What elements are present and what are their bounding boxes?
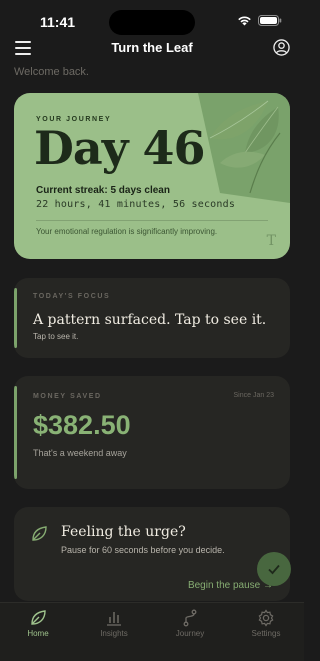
focus-eyebrow: TODAY'S FOCUS — [33, 293, 111, 300]
bar-chart-icon — [107, 612, 121, 626]
tab-label: Journey — [175, 629, 205, 638]
accent-bar — [14, 386, 17, 479]
urge-subtitle: Pause for 60 seconds before you decide. — [61, 545, 225, 555]
focus-card[interactable]: TODAY'S FOCUS A pattern surfaced. Tap to… — [14, 278, 290, 358]
status-bar: 11:41 — [0, 0, 304, 38]
watermark-glyph: T — [266, 233, 276, 249]
dynamic-island — [109, 10, 195, 35]
top-nav: Turn the Leaf — [0, 38, 304, 60]
money-amount: $382.50 — [33, 410, 131, 440]
tab-journey[interactable]: Journey — [152, 603, 228, 661]
money-eyebrow: MONEY SAVED — [33, 393, 102, 400]
welcome-text: Welcome back. — [14, 66, 89, 78]
battery-icon — [258, 15, 282, 26]
money-since-date: Since Jan 23 — [233, 392, 274, 399]
streak-text: Current streak: 5 days clean — [36, 185, 170, 196]
money-saved-card[interactable]: MONEY SAVED Since Jan 23 $382.50 That's … — [14, 376, 290, 489]
tab-settings[interactable]: Settings — [228, 603, 304, 661]
check-icon — [268, 564, 280, 575]
urge-card: Feeling the urge? Pause for 60 seconds b… — [14, 507, 290, 601]
tab-label: Settings — [251, 629, 281, 638]
status-time: 11:41 — [40, 14, 76, 30]
status-icons — [237, 15, 282, 26]
profile-icon[interactable] — [273, 39, 290, 56]
tab-label: Insights — [100, 629, 128, 638]
journey-card[interactable]: YOUR JOURNEY Day 46 Current streak: 5 da… — [14, 93, 290, 259]
focus-subtitle: Tap to see it. — [33, 332, 79, 341]
tab-insights[interactable]: Insights — [76, 603, 152, 661]
leaf-illustration — [198, 93, 290, 203]
progress-note: Your emotional regulation is significant… — [36, 227, 218, 236]
leaf-icon — [31, 610, 46, 625]
money-caption: That's a weekend away — [33, 448, 127, 458]
tab-bar: Home Insights Journey Settings — [0, 602, 304, 661]
wifi-icon — [238, 16, 251, 26]
divider — [36, 220, 268, 221]
leaf-icon — [32, 526, 47, 541]
streak-timer: 22 hours, 41 minutes, 56 seconds — [36, 199, 236, 210]
urge-title: Feeling the urge? — [61, 524, 186, 540]
app-title: Turn the Leaf — [111, 40, 193, 55]
accent-bar — [14, 288, 17, 348]
path-icon — [183, 609, 197, 627]
focus-title: A pattern surfaced. Tap to see it. — [33, 312, 267, 328]
gear-icon — [258, 609, 274, 627]
day-counter: Day 46 — [34, 121, 205, 175]
app-screen: 11:41 Turn the Leaf Welcome back. YOUR J… — [0, 0, 304, 661]
tab-label: Home — [27, 629, 49, 638]
check-in-button[interactable] — [257, 552, 291, 586]
begin-pause-link[interactable]: Begin the pause → — [188, 580, 273, 591]
tab-home[interactable]: Home — [0, 603, 76, 661]
